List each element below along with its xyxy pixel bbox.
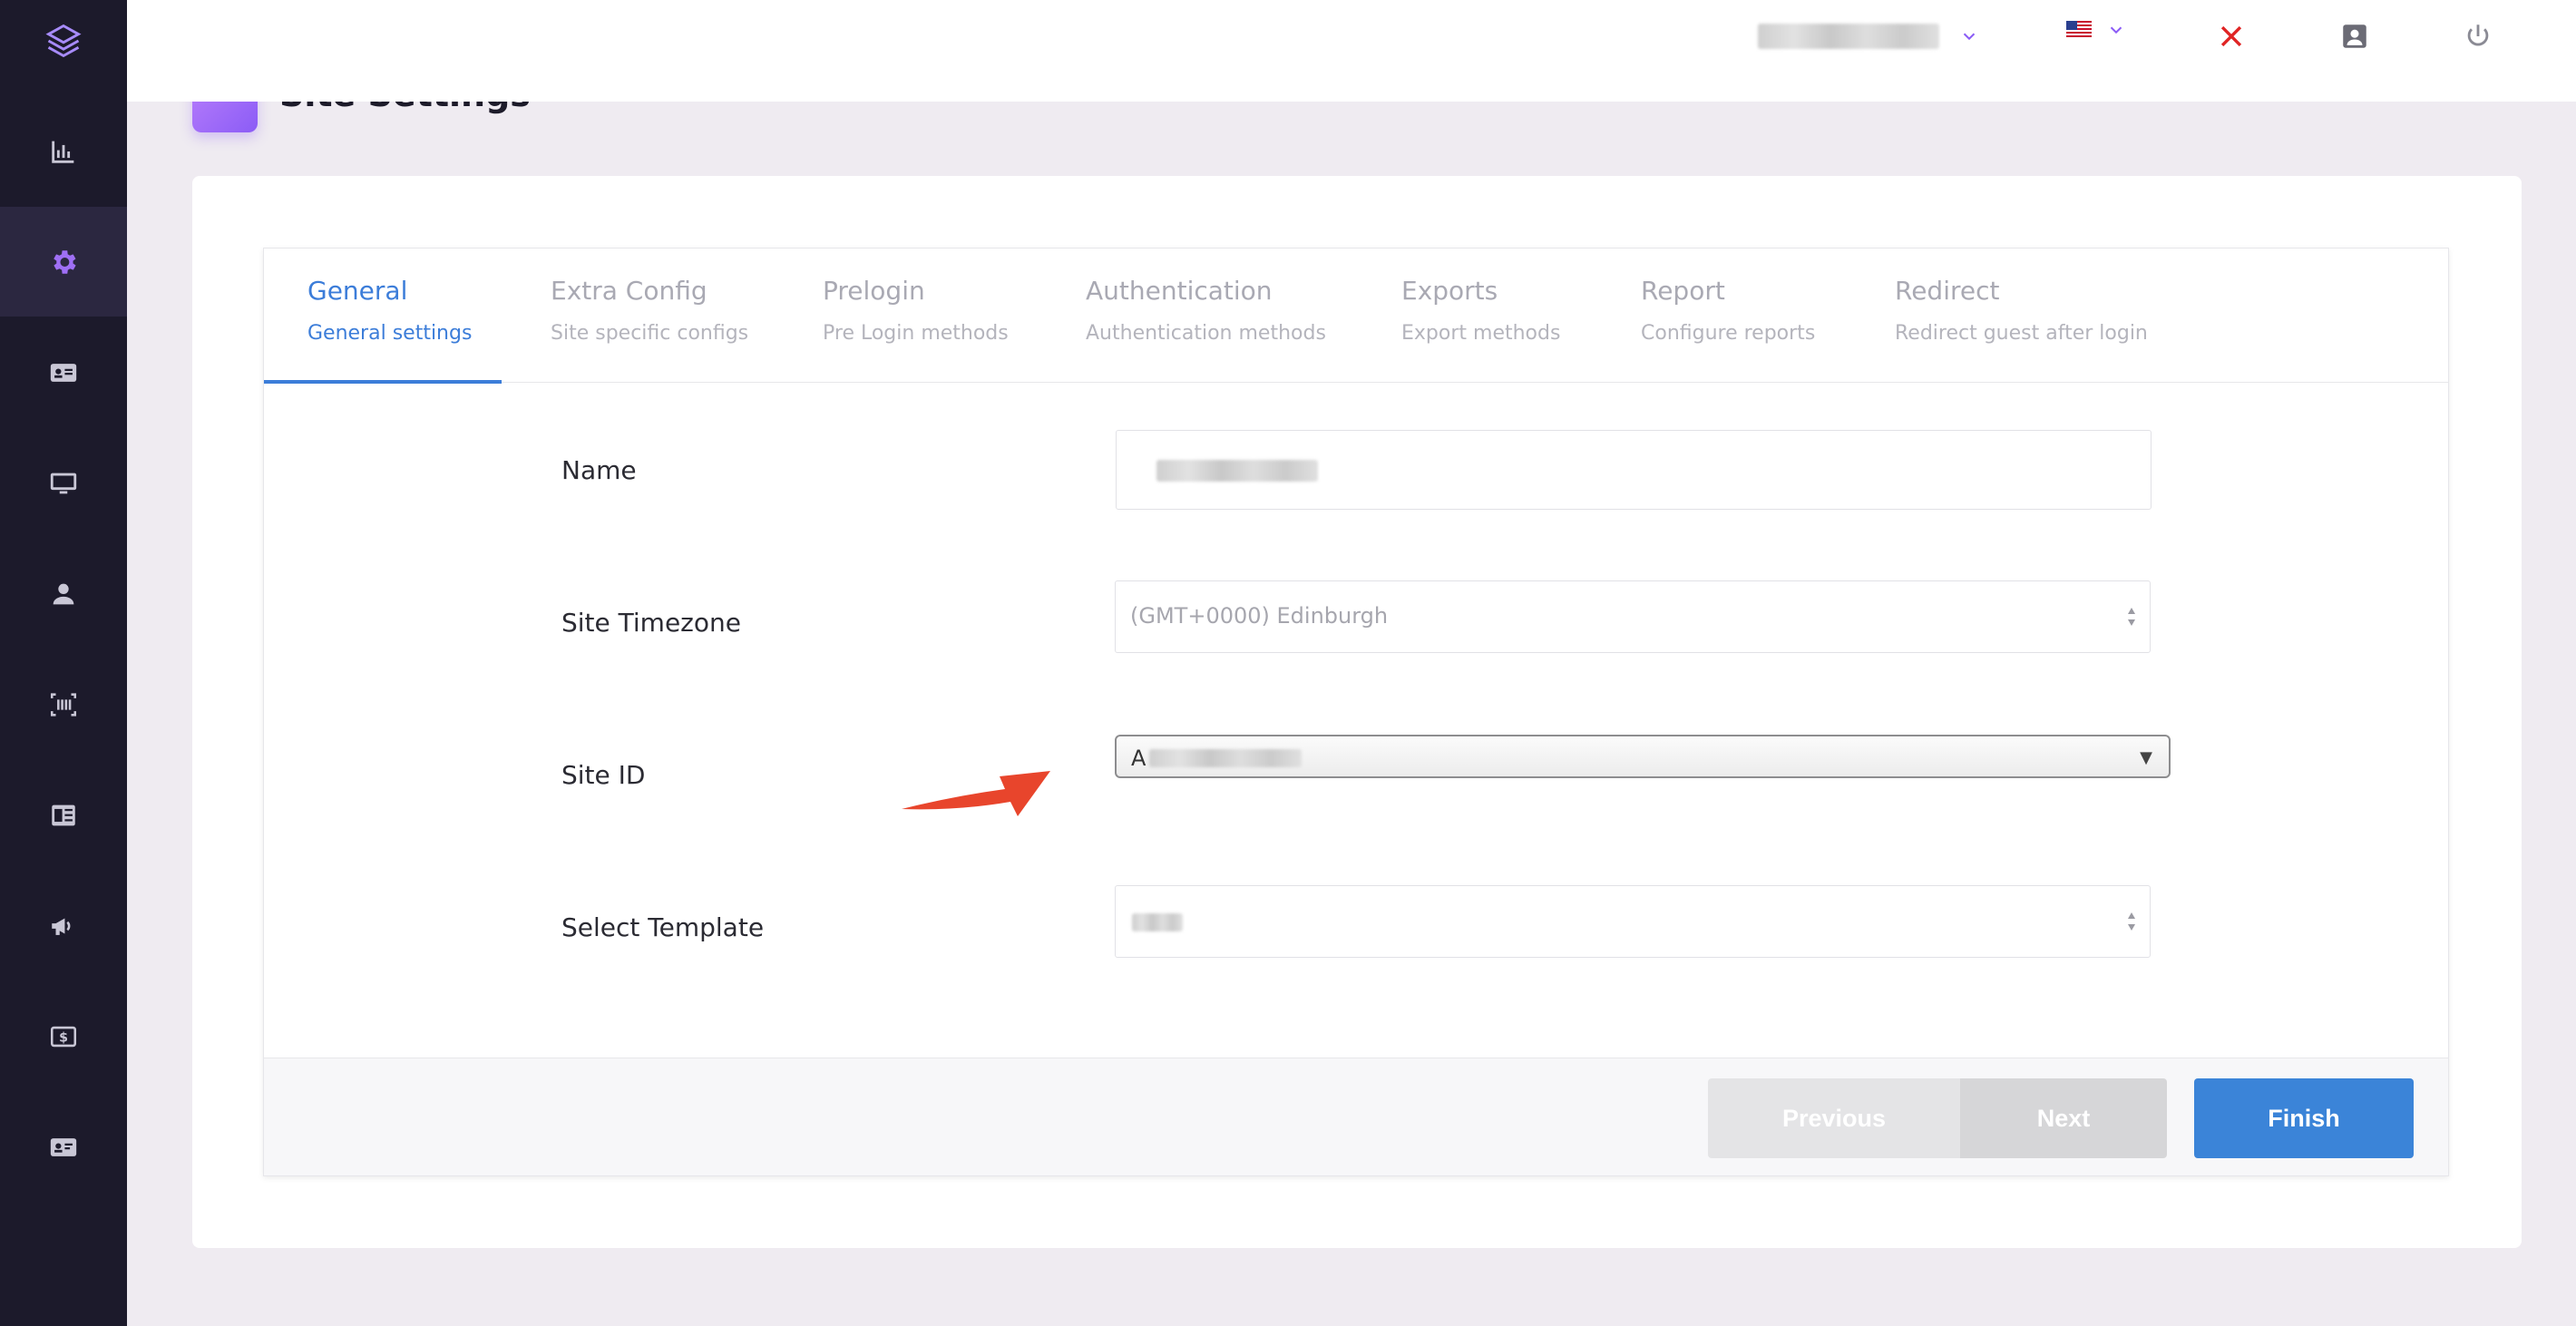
template-select[interactable] bbox=[1115, 885, 2151, 958]
sidebar-item-campaigns[interactable] bbox=[0, 871, 127, 980]
tab-subtitle: Pre Login methods bbox=[823, 322, 1009, 345]
profile-button[interactable] bbox=[2337, 18, 2373, 54]
newspaper-icon bbox=[52, 804, 75, 825]
tab-redirect[interactable]: Redirect Redirect guest after login bbox=[1895, 249, 2148, 383]
tab-general[interactable]: General General settings bbox=[264, 249, 502, 384]
barcode-icon bbox=[50, 692, 77, 717]
select-arrows-icon bbox=[2128, 608, 2135, 626]
timezone-value: (GMT+0000) Edinburgh bbox=[1130, 603, 1389, 629]
monitor-icon bbox=[50, 473, 77, 493]
svg-text:$: $ bbox=[59, 1030, 68, 1045]
tab-extra-config[interactable]: Extra Config Site specific configs bbox=[551, 249, 748, 383]
dollar-icon: $ bbox=[50, 1026, 77, 1047]
topbar bbox=[127, 0, 2576, 102]
id-card-icon bbox=[50, 363, 77, 382]
name-label: Name bbox=[561, 455, 637, 485]
tab-title: Extra Config bbox=[551, 276, 707, 306]
annotation-arrow bbox=[902, 771, 1050, 816]
tab-title: Report bbox=[1641, 276, 1725, 306]
site-id-label: Site ID bbox=[561, 760, 646, 790]
sidebar-item-devices[interactable] bbox=[0, 428, 127, 538]
template-value-redacted bbox=[1132, 913, 1183, 931]
close-icon bbox=[2220, 25, 2242, 47]
tab-title: Prelogin bbox=[823, 276, 925, 306]
user-icon bbox=[53, 583, 74, 604]
template-label: Select Template bbox=[561, 912, 765, 942]
layers-icon[interactable] bbox=[0, 0, 127, 82]
sidebar-item-news[interactable] bbox=[0, 760, 127, 870]
sidebar-item-billing[interactable]: $ bbox=[0, 981, 127, 1091]
name-value-redacted bbox=[1156, 460, 1318, 482]
tab-title: Exports bbox=[1401, 276, 1498, 306]
tab-subtitle: Site specific configs bbox=[551, 322, 749, 345]
tab-title: Redirect bbox=[1895, 276, 2000, 306]
timezone-label: Site Timezone bbox=[561, 608, 741, 638]
previous-button[interactable]: Previous bbox=[1708, 1078, 1960, 1158]
next-button[interactable]: Next bbox=[1960, 1078, 2167, 1158]
settings-wizard: General General settings Extra Config Si… bbox=[263, 248, 2449, 1176]
sidebar: $ bbox=[0, 0, 127, 1326]
sidebar-item-settings[interactable] bbox=[0, 207, 127, 317]
gear-icon bbox=[54, 249, 76, 274]
tab-subtitle: Configure reports bbox=[1641, 322, 1816, 345]
sidebar-item-barcodes[interactable] bbox=[0, 649, 127, 759]
language-selector[interactable] bbox=[2066, 20, 2126, 40]
name-input[interactable] bbox=[1116, 430, 2152, 510]
tab-report[interactable]: Report Configure reports bbox=[1641, 249, 1815, 383]
user-name-redacted bbox=[1758, 24, 1939, 49]
site-id-value: A bbox=[1131, 746, 1147, 771]
sidebar-item-contacts[interactable] bbox=[0, 1092, 127, 1202]
wizard-footer: Previous Next Finish bbox=[264, 1058, 2448, 1175]
contact-card-icon bbox=[50, 1137, 77, 1156]
sidebar-item-dashboard[interactable] bbox=[0, 96, 127, 206]
wizard-tabs: General General settings Extra Config Si… bbox=[264, 249, 2448, 384]
tab-title: Authentication bbox=[1086, 276, 1273, 306]
finish-button[interactable]: Finish bbox=[2194, 1078, 2414, 1158]
tab-subtitle: Redirect guest after login bbox=[1895, 322, 2148, 345]
megaphone-icon bbox=[52, 918, 71, 935]
close-button[interactable] bbox=[2213, 18, 2249, 54]
tab-subtitle: General settings bbox=[307, 322, 473, 345]
tab-title: General bbox=[307, 276, 408, 306]
sidebar-item-id-cards[interactable] bbox=[0, 317, 127, 427]
site-id-select[interactable]: A ▼ bbox=[1115, 735, 2171, 778]
tab-authentication[interactable]: Authentication Authentication methods bbox=[1086, 249, 1326, 383]
tab-exports[interactable]: Exports Export methods bbox=[1401, 249, 1560, 383]
sidebar-item-users[interactable] bbox=[0, 539, 127, 648]
user-menu[interactable] bbox=[1758, 24, 1979, 49]
timezone-select[interactable]: (GMT+0000) Edinburgh bbox=[1115, 580, 2151, 653]
power-icon bbox=[2467, 24, 2489, 46]
select-arrows-icon bbox=[2128, 912, 2135, 931]
tab-prelogin[interactable]: Prelogin Pre Login methods bbox=[823, 249, 1009, 383]
chevron-down-icon bbox=[1963, 33, 1976, 41]
dropdown-caret-icon: ▼ bbox=[2140, 748, 2152, 767]
chevron-down-icon bbox=[2110, 26, 2122, 34]
profile-icon bbox=[2343, 24, 2366, 48]
tab-subtitle: Export methods bbox=[1401, 322, 1561, 345]
us-flag-icon bbox=[2066, 21, 2092, 39]
bar-chart-icon bbox=[52, 141, 74, 163]
site-id-value-redacted bbox=[1149, 749, 1302, 767]
tab-subtitle: Authentication methods bbox=[1086, 322, 1326, 345]
logout-button[interactable] bbox=[2460, 18, 2496, 54]
